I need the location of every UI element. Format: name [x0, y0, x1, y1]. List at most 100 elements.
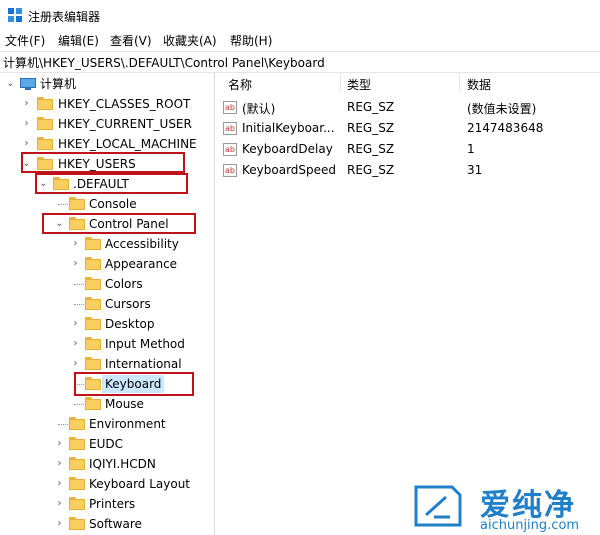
tree-node-cursors[interactable]: Cursors	[0, 294, 214, 314]
highlight-box	[42, 213, 196, 234]
tree-connector	[74, 304, 84, 306]
tree-label: Keyboard Layout	[89, 477, 191, 491]
tree-node-international[interactable]: › International	[0, 354, 214, 374]
chevron-down-icon[interactable]: ⌄	[6, 79, 15, 89]
tree-pane[interactable]: ⌄ 计算机 › HKEY_CLASSES_ROOT › HKEY_CURRENT…	[0, 72, 214, 535]
tree-node-accessibility[interactable]: › Accessibility	[0, 234, 214, 254]
tree-label: Cursors	[105, 297, 151, 311]
value-data: 1	[467, 142, 475, 156]
chevron-right-icon[interactable]: ›	[55, 499, 64, 509]
list-row[interactable]: ab (默认) REG_SZ (数值未设置)	[215, 98, 600, 118]
folder-icon	[85, 317, 101, 330]
folder-icon	[37, 117, 53, 130]
folder-icon	[69, 497, 85, 510]
tree-node-desktop[interactable]: › Desktop	[0, 314, 214, 334]
string-value-icon: ab	[223, 143, 237, 156]
values-list[interactable]: 名称 类型 数据 ab (默认) REG_SZ (数值未设置) ab Initi…	[215, 72, 600, 535]
value-name: (默认)	[242, 102, 276, 116]
value-name: InitialKeyboar...	[242, 121, 335, 135]
chevron-right-icon[interactable]: ›	[71, 359, 80, 369]
menu-file[interactable]: 文件(F)	[5, 32, 45, 49]
menu-help[interactable]: 帮助(H)	[230, 32, 272, 49]
chevron-right-icon[interactable]: ›	[71, 259, 80, 269]
watermark: 爱纯净 aichunjing.com	[410, 480, 600, 535]
chevron-right-icon[interactable]: ›	[71, 319, 80, 329]
menu-favorites[interactable]: 收藏夹(A)	[163, 32, 217, 49]
tree-node-keyboard-layout[interactable]: › Keyboard Layout	[0, 474, 214, 494]
tree-node-appearance[interactable]: › Appearance	[0, 254, 214, 274]
menu-bar: 文件(F) 编辑(E) 查看(V) 收藏夹(A) 帮助(H)	[0, 30, 600, 50]
tree-label: HKEY_LOCAL_MACHINE	[58, 137, 197, 151]
watermark-url: aichunjing.com	[480, 518, 580, 533]
tree-node-hkey-current-user[interactable]: › HKEY_CURRENT_USER	[0, 114, 214, 134]
tree-connector	[58, 204, 68, 206]
tree-node-eudc[interactable]: › EUDC	[0, 434, 214, 454]
tree-label: HKEY_CLASSES_ROOT	[58, 97, 191, 111]
tree-label: HKEY_CURRENT_USER	[58, 117, 192, 131]
chevron-right-icon[interactable]: ›	[71, 339, 80, 349]
tree-connector	[74, 284, 84, 286]
folder-icon	[85, 257, 101, 270]
column-header-data[interactable]: 数据	[467, 76, 491, 93]
column-divider[interactable]	[340, 72, 341, 92]
tree-node-iqiyi-hcdn[interactable]: › IQIYI.HCDN	[0, 454, 214, 474]
tree-connector	[58, 424, 68, 426]
column-header-type[interactable]: 类型	[347, 76, 371, 93]
tree-label: Accessibility	[105, 237, 179, 251]
value-data: (数值未设置)	[467, 102, 537, 116]
chevron-right-icon[interactable]: ›	[55, 459, 64, 469]
tree-node-input-method[interactable]: › Input Method	[0, 334, 214, 354]
tree-node-colors[interactable]: Colors	[0, 274, 214, 294]
tree-node-environment[interactable]: Environment	[0, 414, 214, 434]
folder-icon	[69, 437, 85, 450]
tree-node-hkey-classes-root[interactable]: › HKEY_CLASSES_ROOT	[0, 94, 214, 114]
tree-label: 计算机	[40, 77, 77, 91]
tree-label: Colors	[105, 277, 143, 291]
tree-label: Software	[89, 517, 142, 531]
value-data: 2147483648	[467, 121, 544, 135]
column-header-name[interactable]: 名称	[228, 76, 252, 93]
chevron-right-icon[interactable]: ›	[22, 119, 31, 129]
highlight-box	[21, 152, 185, 173]
chevron-right-icon[interactable]: ›	[71, 239, 80, 249]
chevron-right-icon[interactable]: ›	[55, 439, 64, 449]
chevron-right-icon[interactable]: ›	[22, 99, 31, 109]
window-title: 注册表编辑器	[28, 10, 101, 24]
tree-label: Input Method	[105, 337, 185, 351]
chevron-right-icon[interactable]: ›	[55, 479, 64, 489]
tree-label: Mouse	[105, 397, 144, 411]
folder-icon	[69, 417, 85, 430]
column-divider[interactable]	[459, 72, 460, 92]
tree-label: Console	[89, 197, 137, 211]
tree-node-printers[interactable]: › Printers	[0, 494, 214, 514]
tree-node-mouse[interactable]: Mouse	[0, 394, 214, 414]
highlight-box	[35, 173, 188, 194]
value-type: REG_SZ	[347, 100, 395, 114]
address-bar[interactable]: 计算机\HKEY_USERS\.DEFAULT\Control Panel\Ke…	[0, 51, 600, 73]
tree-node-hkey-local-machine[interactable]: › HKEY_LOCAL_MACHINE	[0, 134, 214, 154]
menu-edit[interactable]: 编辑(E)	[58, 32, 99, 49]
registry-editor-icon	[8, 8, 22, 22]
chevron-right-icon[interactable]: ›	[22, 139, 31, 149]
tree-label: Appearance	[105, 257, 178, 271]
tree-node-software[interactable]: › Software	[0, 514, 214, 534]
menu-view[interactable]: 查看(V)	[110, 32, 152, 49]
folder-icon	[85, 237, 101, 250]
value-type: REG_SZ	[347, 142, 395, 156]
highlight-box	[74, 372, 194, 396]
title-bar: 注册表编辑器	[0, 0, 600, 30]
computer-icon	[20, 78, 36, 90]
chevron-right-icon[interactable]: ›	[55, 519, 64, 529]
tree-label: Environment	[89, 417, 166, 431]
list-row[interactable]: ab KeyboardSpeed REG_SZ 31	[215, 161, 600, 181]
string-value-icon: ab	[223, 101, 237, 114]
folder-icon	[85, 297, 101, 310]
list-row[interactable]: ab KeyboardDelay REG_SZ 1	[215, 140, 600, 160]
tree-node-computer[interactable]: ⌄ 计算机	[0, 74, 214, 94]
list-header: 名称 类型 数据	[215, 72, 600, 92]
address-path[interactable]: 计算机\HKEY_USERS\.DEFAULT\Control Panel\Ke…	[3, 54, 325, 71]
list-row[interactable]: ab InitialKeyboar... REG_SZ 2147483648	[215, 119, 600, 139]
watermark-logo-icon	[414, 485, 462, 527]
tree-label: Printers	[89, 497, 136, 511]
tree-node-console[interactable]: Console	[0, 194, 214, 214]
